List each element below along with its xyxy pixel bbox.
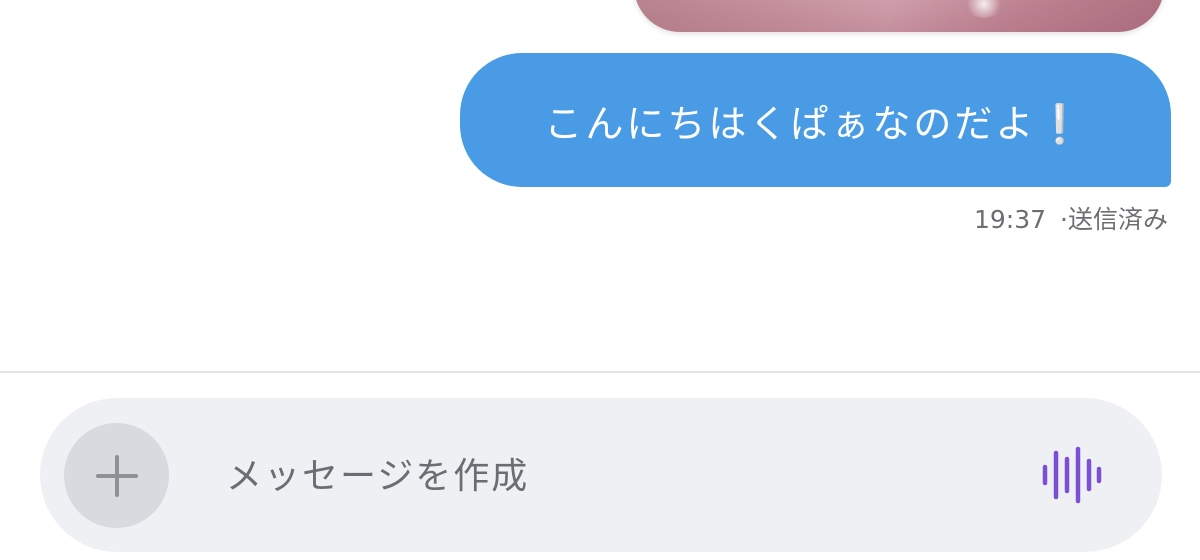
plus-icon: [95, 454, 138, 497]
sent-message-bubble[interactable]: こんにちはくぱぁなのだよ❕: [460, 53, 1171, 187]
message-meta: 19:37 ·送信済み: [974, 200, 1168, 236]
message-composer: [40, 398, 1162, 552]
add-attachment-button[interactable]: [64, 423, 169, 528]
composer-divider: [0, 371, 1200, 373]
message-input[interactable]: [224, 443, 988, 509]
image-shade: [634, 0, 1164, 32]
previous-image-message[interactable]: [634, 0, 1164, 32]
message-text: こんにちはくぱぁなのだよ❕: [544, 101, 1087, 146]
message-status: ·送信済み: [1060, 205, 1168, 234]
message-time: 19:37: [974, 205, 1047, 234]
chat-screen: こんにちはくぱぁなのだよ❕ 19:37 ·送信済み: [0, 0, 1200, 560]
voice-waveform-icon: [1042, 446, 1102, 504]
voice-input-button[interactable]: [1035, 442, 1107, 508]
